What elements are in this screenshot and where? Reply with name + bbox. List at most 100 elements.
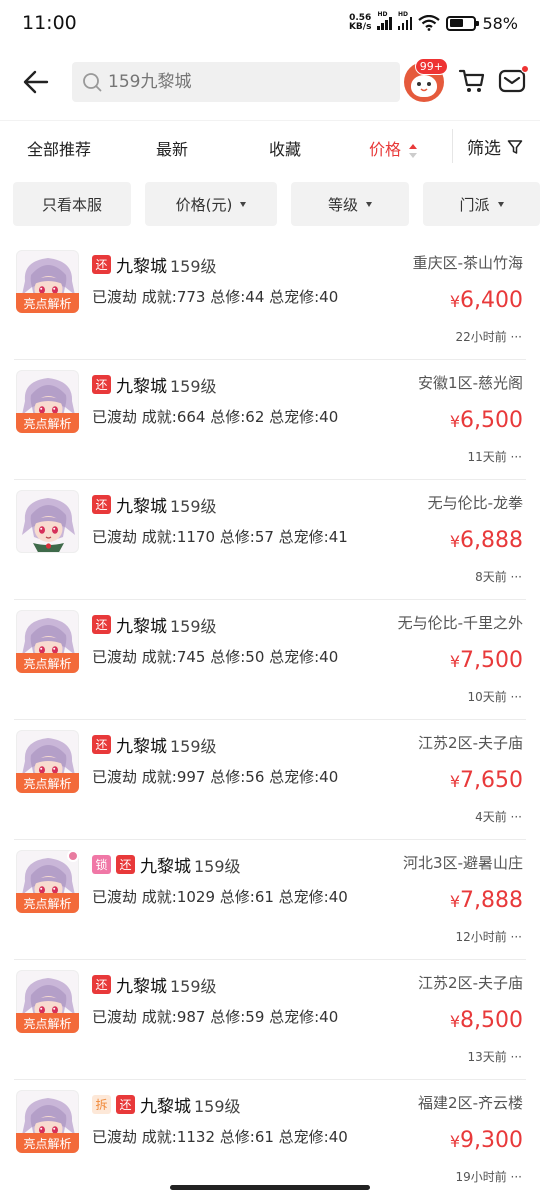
price-value: 6,888 <box>460 528 523 553</box>
item-title: 还 九黎城 159级 <box>92 612 217 637</box>
return-tag: 还 <box>92 495 111 514</box>
return-tag: 还 <box>116 855 135 874</box>
level-label: 159级 <box>170 976 217 996</box>
region-label: 福建2区-齐云楼 <box>418 1094 523 1112</box>
message-button[interactable] <box>498 65 529 98</box>
region-label: 安徽1区-慈光阁 <box>418 374 523 392</box>
back-button[interactable] <box>0 56 72 108</box>
return-tag: 还 <box>92 975 111 994</box>
highlight-tag[interactable]: 亮点解析 <box>16 1133 79 1153</box>
battery-icon <box>446 15 480 31</box>
server-name: 九黎城 <box>116 377 167 397</box>
chip-label: 价格(元) <box>175 195 233 214</box>
tab-favorites[interactable]: 收藏 <box>269 136 301 160</box>
list-item[interactable]: 亮点解析 还 九黎城 159级 已渡劫 成就:987 总修:59 总宠修:40 … <box>0 960 540 1080</box>
search-box[interactable] <box>72 62 400 102</box>
item-title: 还 九黎城 159级 <box>92 972 217 997</box>
search-header: 99+ <box>0 56 540 108</box>
back-arrow-icon <box>23 70 49 94</box>
chip-this-server-only[interactable]: 只看本服 <box>13 182 131 226</box>
highlight-tag[interactable]: 亮点解析 <box>16 773 79 793</box>
server-name: 九黎城 <box>116 617 167 637</box>
list-item[interactable]: 亮点解析 还 九黎城 159级 已渡劫 成就:773 总修:44 总宠修:40 … <box>0 240 540 360</box>
region-label: 江苏2区-夫子庙 <box>418 734 523 752</box>
level-label: 159级 <box>194 856 241 876</box>
listed-time: 12小时前 ··· <box>455 930 522 944</box>
status-icons: 0.56 KB/s HD HD 58% <box>349 10 518 33</box>
chip-label: 等级 <box>327 195 358 214</box>
list-item[interactable]: 亮点解析 还 九黎城 159级 已渡劫 成就:997 总修:56 总宠修:40 … <box>0 720 540 840</box>
filter-button[interactable]: 筛选 <box>467 134 523 159</box>
funnel-icon <box>507 139 523 154</box>
server-name: 九黎城 <box>140 857 191 877</box>
region-label: 重庆区-茶山竹海 <box>412 254 523 272</box>
currency-symbol: ¥ <box>449 772 461 791</box>
character-avatar <box>16 490 79 553</box>
item-title: 拆 还 九黎城 159级 <box>92 1092 241 1117</box>
listed-time: 10天前 ··· <box>467 690 522 704</box>
chevron-down-icon <box>497 201 504 207</box>
item-title: 还 九黎城 159级 <box>92 372 217 397</box>
price-value: 8,500 <box>460 1008 523 1033</box>
notification-badge: 99+ <box>414 58 448 75</box>
lock-indicator-icon <box>67 850 79 862</box>
listed-time: 11天前 ··· <box>467 450 522 464</box>
chip-level[interactable]: 等级 <box>291 182 409 226</box>
highlight-tag[interactable]: 亮点解析 <box>16 293 79 313</box>
chip-sect[interactable]: 门派 <box>423 182 540 226</box>
item-stats: 已渡劫 成就:773 总修:44 总宠修:40 <box>92 288 339 306</box>
item-stats: 已渡劫 成就:987 总修:59 总宠修:40 <box>92 1008 339 1026</box>
return-tag: 还 <box>92 615 111 634</box>
server-name: 九黎城 <box>116 497 167 517</box>
item-stats: 已渡劫 成就:997 总修:56 总宠修:40 <box>92 768 339 786</box>
server-name: 九黎城 <box>116 737 167 757</box>
search-input[interactable] <box>108 72 388 92</box>
region-label: 河北3区-避暑山庄 <box>403 854 523 872</box>
highlight-tag[interactable]: 亮点解析 <box>16 1013 79 1033</box>
price-label: ¥8,500 <box>450 1008 523 1033</box>
item-title: 还 九黎城 159级 <box>92 732 217 757</box>
mascot-avatar[interactable]: 99+ <box>404 58 448 102</box>
chip-price[interactable]: 价格(元) <box>145 182 277 226</box>
tab-latest[interactable]: 最新 <box>156 136 188 160</box>
status-time: 11:00 <box>22 12 77 34</box>
level-label: 159级 <box>170 256 217 276</box>
hd-signal-icon: HD <box>377 11 392 30</box>
region-label: 无与伦比-龙拳 <box>427 494 523 512</box>
currency-symbol: ¥ <box>449 532 461 551</box>
home-indicator[interactable] <box>170 1185 370 1190</box>
list-item[interactable]: 还 九黎城 159级 已渡劫 成就:1170 总修:57 总宠修:41 无与伦比… <box>0 480 540 600</box>
chevron-down-icon <box>366 201 372 207</box>
chevron-down-icon <box>240 201 247 207</box>
chip-label: 门派 <box>459 195 490 214</box>
signal-label: HD <box>397 10 408 18</box>
filter-chips: 只看本服 价格(元) 等级 门派 <box>0 182 540 228</box>
list-item[interactable]: 亮点解析 拆 还 九黎城 159级 已渡劫 成就:1132 总修:61 总宠修:… <box>0 1080 540 1200</box>
list-item[interactable]: 亮点解析 还 九黎城 159级 已渡劫 成就:745 总修:50 总宠修:40 … <box>0 600 540 720</box>
listed-time: 22小时前 ··· <box>455 330 522 344</box>
item-stats: 已渡劫 成就:745 总修:50 总宠修:40 <box>92 648 339 666</box>
price-label: ¥6,500 <box>450 408 523 433</box>
item-stats: 已渡劫 成就:1170 总修:57 总宠修:41 <box>92 528 348 546</box>
listed-time: 19小时前 ··· <box>455 1170 522 1184</box>
list-item[interactable]: 亮点解析 锁 还 九黎城 159级 已渡劫 成就:1029 总修:61 总宠修:… <box>0 840 540 960</box>
server-name: 九黎城 <box>116 977 167 997</box>
tab-price[interactable]: 价格 <box>369 136 418 160</box>
price-value: 7,500 <box>460 648 523 673</box>
region-label: 江苏2区-夫子庙 <box>418 974 523 992</box>
tab-all-recommended[interactable]: 全部推荐 <box>27 136 91 160</box>
return-tag: 还 <box>116 1095 135 1114</box>
price-value: 9,300 <box>460 1128 523 1153</box>
highlight-tag[interactable]: 亮点解析 <box>16 653 79 673</box>
divider <box>452 129 453 163</box>
level-label: 159级 <box>194 1096 241 1116</box>
highlight-tag[interactable]: 亮点解析 <box>16 893 79 913</box>
highlight-tag[interactable]: 亮点解析 <box>16 413 79 433</box>
return-tag: 还 <box>92 255 111 274</box>
price-value: 7,650 <box>460 768 523 793</box>
cart-button[interactable] <box>458 68 486 98</box>
price-label: ¥7,888 <box>450 888 523 913</box>
list-item[interactable]: 亮点解析 还 九黎城 159级 已渡劫 成就:664 总修:62 总宠修:40 … <box>0 360 540 480</box>
server-name: 九黎城 <box>140 1097 191 1117</box>
return-tag: 还 <box>92 735 111 754</box>
